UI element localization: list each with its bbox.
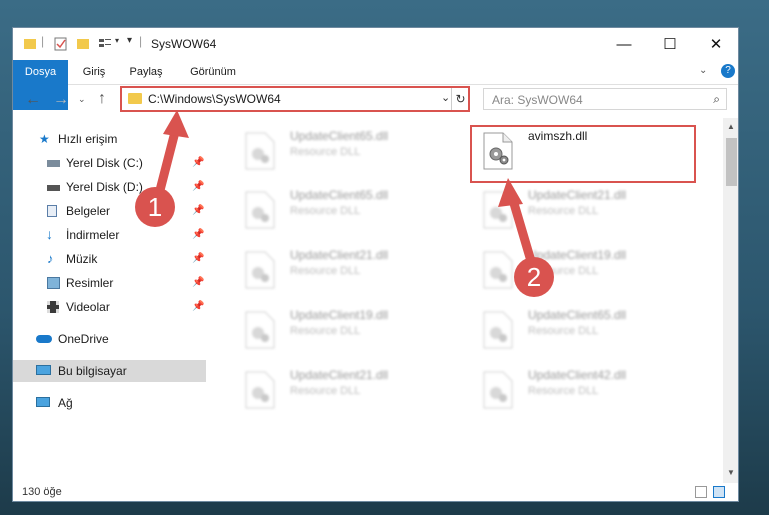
step-marker-1: 1 (135, 187, 175, 227)
step-marker-2: 2 (514, 257, 554, 297)
annotation-arrows (153, 110, 536, 266)
explorer-window: | ▾ ▾ | SysWOW64 — ☐ ✕ Dosya Giriş Payla… (12, 27, 739, 502)
